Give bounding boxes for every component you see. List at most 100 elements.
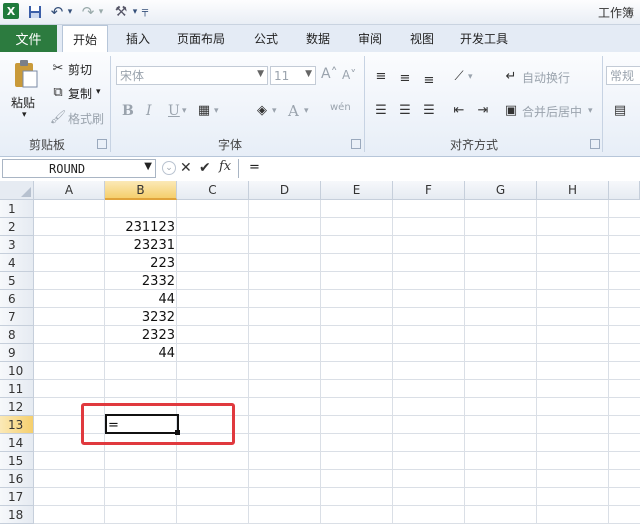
bold-button[interactable]: B	[122, 103, 134, 119]
qat-more-dropdown-icon[interactable]: ▾	[131, 3, 139, 20]
row-header-6[interactable]: 6	[0, 290, 34, 308]
tab-file[interactable]: 文件	[0, 25, 57, 52]
align-middle-icon[interactable]: ≡	[396, 70, 414, 86]
row-header-2[interactable]: 2	[0, 218, 34, 236]
fill-color-icon[interactable]: ◈	[254, 102, 270, 118]
undo-icon[interactable]: ↶	[49, 3, 65, 21]
save-icon[interactable]	[27, 3, 43, 20]
row-header-3[interactable]: 3	[0, 236, 34, 254]
cell-b6[interactable]: 44	[105, 290, 177, 308]
cell-b4[interactable]: 223	[105, 254, 177, 272]
row-header-8[interactable]: 8	[0, 326, 34, 344]
tab-home[interactable]: 开始	[62, 25, 108, 53]
align-left-icon[interactable]: ☰	[372, 102, 390, 118]
tools-icon[interactable]: ⚒	[112, 3, 130, 20]
font-color-icon[interactable]: A	[288, 102, 299, 120]
cell-b3[interactable]: 23231	[105, 236, 177, 254]
align-bottom-icon[interactable]: ≡	[420, 72, 438, 88]
orientation-icon[interactable]: ⟋	[450, 68, 468, 84]
font-name-combo[interactable]: 宋体 ▼	[116, 66, 268, 85]
currency-icon[interactable]: ▤	[612, 102, 628, 118]
row-header-11[interactable]: 11	[0, 380, 34, 398]
row-header-18[interactable]: 18	[0, 506, 34, 524]
name-box[interactable]: ROUND ▼	[2, 159, 156, 178]
decrease-indent-icon[interactable]: ⇤	[450, 102, 468, 118]
merge-center-button[interactable]: 合并后居中	[522, 103, 582, 120]
column-header-e[interactable]: E	[321, 181, 393, 200]
copy-dropdown-icon[interactable]: ▾	[96, 87, 101, 97]
align-center-icon[interactable]: ☰	[396, 102, 414, 118]
column-header-d[interactable]: D	[249, 181, 321, 200]
underline-dropdown-icon[interactable]: ▾	[182, 106, 187, 116]
column-header-f[interactable]: F	[393, 181, 465, 200]
align-top-icon[interactable]: ≡	[372, 68, 390, 84]
row-header-7[interactable]: 7	[0, 308, 34, 326]
redo-dropdown-icon[interactable]: ▾	[97, 3, 105, 20]
merge-dropdown-icon[interactable]: ▾	[588, 106, 593, 116]
formula-bar-expand-icon[interactable]: ⌄	[162, 161, 176, 175]
column-header-h[interactable]: H	[537, 181, 609, 200]
insert-function-icon[interactable]: fx	[219, 159, 231, 174]
excel-app-icon[interactable]: X	[3, 3, 19, 19]
paste-icon[interactable]	[10, 58, 40, 90]
wrap-text-button[interactable]: 自动换行	[522, 69, 570, 86]
redo-icon[interactable]: ↷	[80, 3, 96, 21]
column-header-b[interactable]: B	[105, 181, 177, 200]
phonetic-icon[interactable]: wén	[330, 102, 351, 113]
row-header-4[interactable]: 4	[0, 254, 34, 272]
alignment-launcher-icon[interactable]	[590, 139, 600, 149]
shrink-font-icon[interactable]: A˅	[342, 68, 356, 82]
cell-b2[interactable]: 231123	[105, 218, 177, 236]
row-header-17[interactable]: 17	[0, 488, 34, 506]
italic-button[interactable]: I	[146, 103, 152, 119]
row-header-15[interactable]: 15	[0, 452, 34, 470]
column-header-c[interactable]: C	[177, 181, 249, 200]
cell-b9[interactable]: 44	[105, 344, 177, 362]
tab-view[interactable]: 视图	[400, 25, 444, 52]
align-right-icon[interactable]: ☰	[420, 102, 438, 118]
formula-input[interactable]: =	[238, 159, 640, 178]
enter-check-icon[interactable]: ✔	[199, 160, 211, 176]
row-header-1[interactable]: 1	[0, 200, 34, 218]
tab-formulas[interactable]: 公式	[244, 25, 288, 52]
borders-icon[interactable]: ▦	[196, 102, 212, 118]
paste-dropdown-icon[interactable]: ▾	[22, 110, 27, 120]
row-header-14[interactable]: 14	[0, 434, 34, 452]
number-format-combo[interactable]: 常规	[606, 66, 640, 85]
orientation-dropdown-icon[interactable]: ▾	[468, 72, 473, 82]
row-header-16[interactable]: 16	[0, 470, 34, 488]
increase-indent-icon[interactable]: ⇥	[474, 102, 492, 118]
undo-dropdown-icon[interactable]: ▾	[66, 3, 74, 20]
column-header-g[interactable]: G	[465, 181, 537, 200]
cut-button[interactable]: 剪切	[68, 61, 92, 78]
tab-insert[interactable]: 插入	[116, 25, 160, 52]
cell-b5[interactable]: 2332	[105, 272, 177, 290]
tab-page-layout[interactable]: 页面布局	[170, 25, 232, 52]
chevron-down-icon[interactable]: ▼	[144, 161, 152, 172]
row-header-12[interactable]: 12	[0, 398, 34, 416]
row-header-13[interactable]: 13	[0, 416, 34, 434]
grow-font-icon[interactable]: A˄	[321, 66, 338, 82]
row-header-9[interactable]: 9	[0, 344, 34, 362]
format-painter-button[interactable]: 格式刷	[68, 110, 104, 127]
column-header-a[interactable]: A	[34, 181, 105, 200]
clipboard-launcher-icon[interactable]	[97, 139, 107, 149]
customize-qat-icon[interactable]: ╤	[140, 3, 150, 20]
column-header-partial[interactable]	[609, 181, 640, 200]
tab-review[interactable]: 审阅	[348, 25, 392, 52]
font-color-dropdown-icon[interactable]: ▾	[304, 106, 309, 116]
tab-developer[interactable]: 开发工具	[452, 25, 516, 52]
borders-dropdown-icon[interactable]: ▾	[214, 106, 219, 116]
font-launcher-icon[interactable]	[351, 139, 361, 149]
paste-button[interactable]: 粘贴	[11, 94, 35, 111]
underline-button[interactable]: U	[168, 103, 180, 119]
fill-color-dropdown-icon[interactable]: ▾	[272, 106, 277, 116]
cell-b8[interactable]: 2323	[105, 326, 177, 344]
tab-data[interactable]: 数据	[296, 25, 340, 52]
select-all-corner[interactable]	[0, 181, 34, 200]
copy-button[interactable]: 复制	[68, 85, 92, 102]
cancel-icon[interactable]: ✕	[180, 160, 192, 176]
row-header-10[interactable]: 10	[0, 362, 34, 380]
font-size-combo[interactable]: 11 ▼	[270, 66, 316, 85]
row-header-5[interactable]: 5	[0, 272, 34, 290]
